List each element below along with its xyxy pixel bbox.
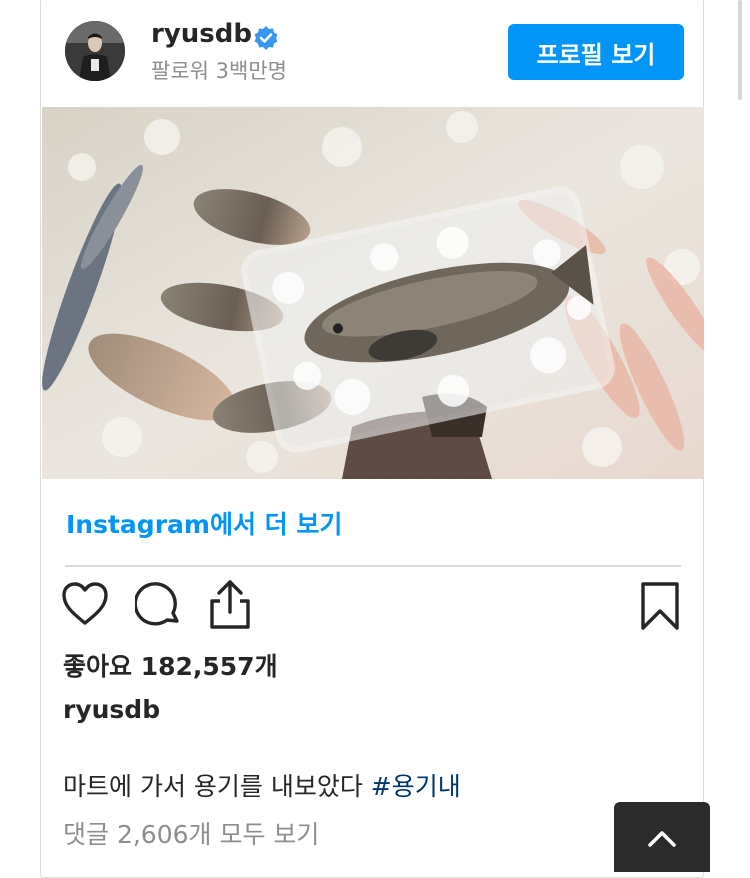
caption-text: 마트에 가서 용기를 내보았다 [63,772,371,801]
heart-icon[interactable] [61,581,109,627]
caption-username[interactable]: ryusdb [63,695,160,724]
comment-bubble-icon[interactable] [135,581,183,629]
instagram-embed-card: ryusdb 팔로워 3백만명 프로필 보기 Instagram에서 더 보기 … [40,0,704,878]
divider [65,565,681,567]
bookmark-icon[interactable] [639,581,681,631]
caption: 마트에 가서 용기를 내보았다 #용기내 [63,767,461,803]
action-bar [41,579,705,635]
view-more-on-instagram-link[interactable]: Instagram에서 더 보기 [66,505,342,541]
hashtag-link[interactable]: #용기내 [371,772,461,801]
page-scrollbar[interactable] [738,0,742,100]
view-all-comments-link[interactable]: 댓글 2,606개 모두 보기 [63,815,319,851]
follower-count: 팔로워 3백만명 [151,59,287,83]
post-header: ryusdb 팔로워 3백만명 프로필 보기 [41,0,705,109]
avatar[interactable] [65,21,125,81]
like-count[interactable]: 좋아요 182,557개 [63,647,278,683]
verified-badge-icon [253,25,279,51]
post-photo[interactable] [42,107,704,479]
share-icon[interactable] [207,579,253,631]
view-profile-button[interactable]: 프로필 보기 [508,24,684,80]
post-username[interactable]: ryusdb [151,19,252,49]
chevron-up-icon [648,831,676,847]
scroll-to-top-button[interactable] [614,802,710,872]
